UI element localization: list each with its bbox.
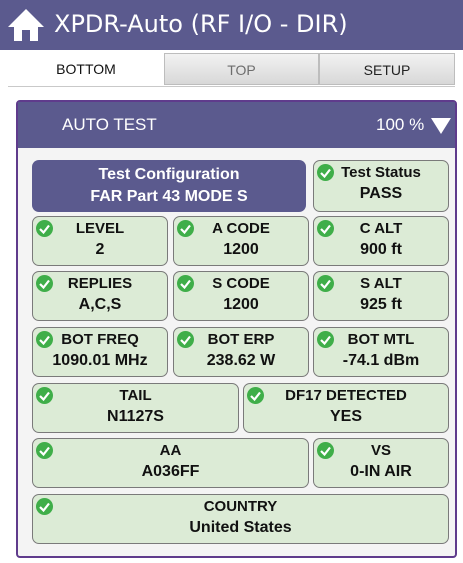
vs-cell: VS 0-IN AIR xyxy=(313,438,449,488)
check-icon xyxy=(247,387,264,404)
cell-value: A036FF xyxy=(141,463,200,480)
title-bar: XPDR-Auto (RF I/O - DIR) xyxy=(0,0,463,50)
df17-cell: DF17 DETECTED YES xyxy=(243,383,449,433)
auto-test-panel: AUTO TEST 100 % Test Configuration FAR P… xyxy=(16,100,457,558)
check-icon xyxy=(317,164,334,181)
cell-label: REPLIES xyxy=(67,275,133,292)
check-icon xyxy=(317,275,334,292)
bot-freq-cell: BOT FREQ 1090.01 MHz xyxy=(32,327,168,377)
cell-label: AA xyxy=(159,442,182,459)
cell-label: TAIL xyxy=(119,387,152,404)
cell-value: 1200 xyxy=(223,296,259,313)
progress-percent: 100 % xyxy=(376,115,425,134)
tail-cell: TAIL N1127S xyxy=(32,383,239,433)
check-icon xyxy=(317,331,334,348)
s-alt-cell: S ALT 925 ft xyxy=(313,271,449,321)
check-icon xyxy=(36,442,53,459)
bot-mtl-cell: BOT MTL -74.1 dBm xyxy=(313,327,449,377)
cell-value: PASS xyxy=(359,185,403,202)
cell-value: 1090.01 MHz xyxy=(52,352,148,369)
cell-label: S ALT xyxy=(360,275,402,292)
check-icon xyxy=(36,498,53,515)
s-code-cell: S CODE 1200 xyxy=(173,271,309,321)
country-cell: COUNTRY United States xyxy=(32,494,449,544)
config-label: Test Configuration xyxy=(98,166,240,183)
replies-cell: REPLIES A,C,S xyxy=(32,271,168,321)
cell-value: A,C,S xyxy=(78,296,122,313)
home-icon[interactable] xyxy=(6,6,46,44)
cell-value: -74.1 dBm xyxy=(342,352,420,369)
test-status-cell: Test Status PASS xyxy=(313,160,449,212)
cell-value: United States xyxy=(189,519,292,536)
check-icon xyxy=(317,220,334,237)
tab-top[interactable]: TOP xyxy=(164,53,319,85)
cell-label: VS xyxy=(370,442,391,459)
cell-label: BOT FREQ xyxy=(61,331,139,348)
cell-value: YES xyxy=(329,408,362,425)
cell-value: 925 ft xyxy=(360,296,402,313)
cell-label: A CODE xyxy=(212,220,270,237)
bot-erp-cell: BOT ERP 238.62 W xyxy=(173,327,309,377)
cell-value: 1200 xyxy=(223,241,259,258)
cell-label: COUNTRY xyxy=(203,498,278,515)
tab-setup[interactable]: SETUP xyxy=(319,53,455,85)
cell-value: 238.62 W xyxy=(206,352,276,369)
check-icon xyxy=(36,275,53,292)
auto-test-header[interactable]: AUTO TEST 100 % xyxy=(18,102,455,148)
cell-label: LEVEL xyxy=(75,220,125,237)
config-value: FAR Part 43 MODE S xyxy=(90,188,248,205)
check-icon xyxy=(177,275,194,292)
check-icon xyxy=(177,331,194,348)
window-title: XPDR-Auto (RF I/O - DIR) xyxy=(54,10,348,38)
dropdown-triangle-icon[interactable] xyxy=(430,117,452,135)
test-configuration[interactable]: Test Configuration FAR Part 43 MODE S xyxy=(32,160,306,212)
aa-cell: AA A036FF xyxy=(32,438,309,488)
tab-bar: BOTTOM TOP SETUP xyxy=(8,50,455,87)
tab-bottom[interactable]: BOTTOM xyxy=(8,53,164,85)
check-icon xyxy=(36,331,53,348)
check-icon xyxy=(36,220,53,237)
check-icon xyxy=(36,387,53,404)
cell-label: S CODE xyxy=(212,275,270,292)
a-code-cell: A CODE 1200 xyxy=(173,216,309,266)
cell-value: 2 xyxy=(95,241,105,258)
c-alt-cell: C ALT 900 ft xyxy=(313,216,449,266)
cell-label: BOT ERP xyxy=(207,331,275,348)
check-icon xyxy=(317,442,334,459)
cell-label: Test Status xyxy=(341,164,421,181)
check-icon xyxy=(177,220,194,237)
cell-value: N1127S xyxy=(107,408,164,425)
panel-title: AUTO TEST xyxy=(62,115,157,134)
cell-label: C ALT xyxy=(359,220,403,237)
level-cell: LEVEL 2 xyxy=(32,216,168,266)
cell-value: 900 ft xyxy=(360,241,402,258)
cell-value: 0-IN AIR xyxy=(350,463,412,480)
cell-label: BOT MTL xyxy=(347,331,415,348)
cell-label: DF17 DETECTED xyxy=(285,387,407,404)
